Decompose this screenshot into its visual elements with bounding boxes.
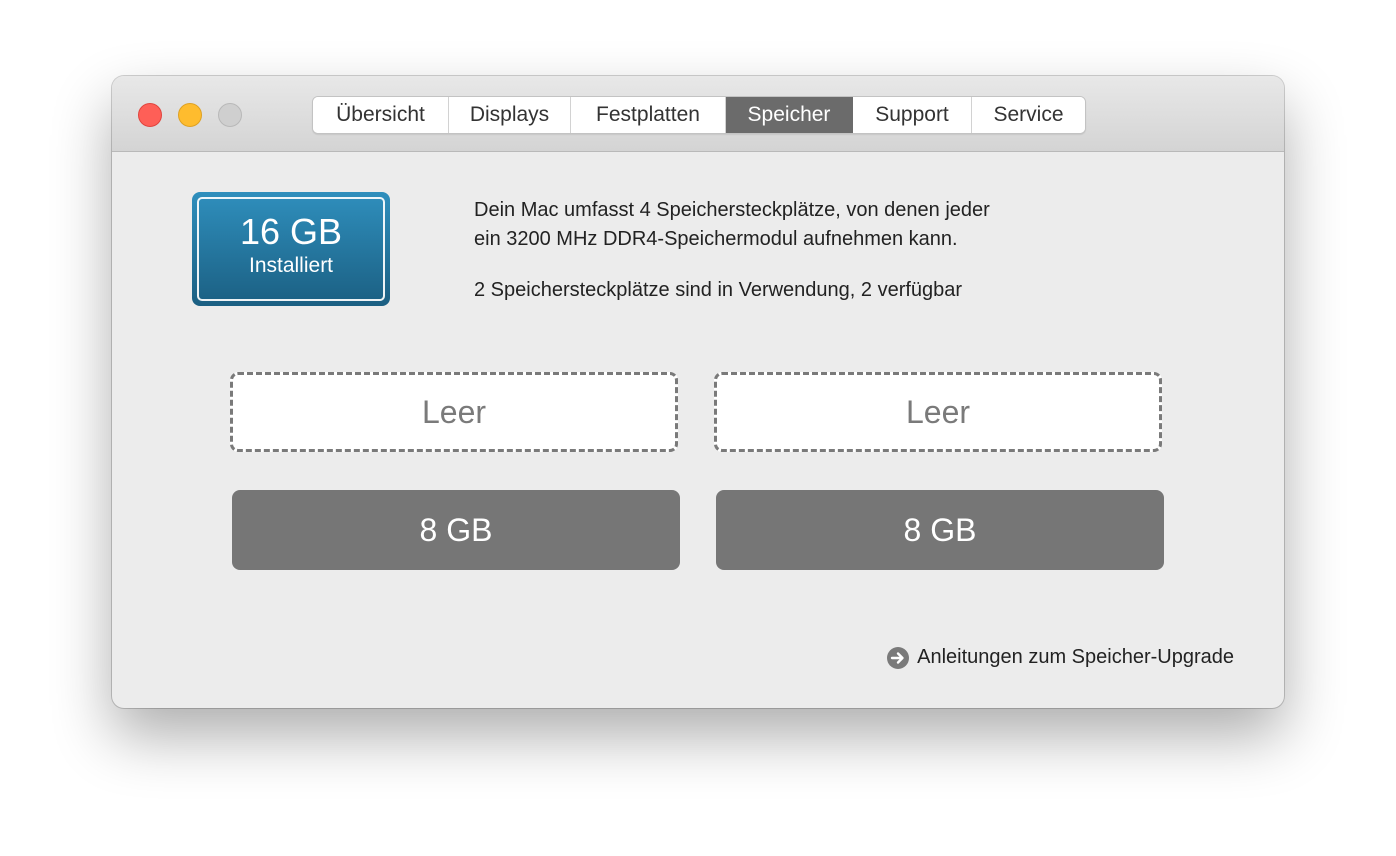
memory-slots-description-line-1: Dein Mac umfasst 4 Speichersteckplätze, …: [474, 199, 990, 221]
memory-slot-filled: 8 GB: [716, 490, 1164, 570]
installed-memory-label: Installiert: [248, 254, 334, 277]
installed-memory-badge-frame: 16 GB Installiert: [197, 197, 385, 301]
memory-info: Dein Mac umfasst 4 Speichersteckplätze, …: [474, 196, 1174, 305]
installed-memory-size: 16 GB: [239, 211, 343, 252]
tab-displays[interactable]: Displays: [449, 97, 571, 133]
memory-slot-empty: Leer: [230, 372, 678, 452]
tab-storage[interactable]: Festplatten: [571, 97, 726, 133]
tab-service[interactable]: Service: [972, 97, 1085, 133]
about-this-mac-window: Übersicht Displays Festplatten Speicher …: [112, 76, 1284, 708]
tab-memory[interactable]: Speicher: [726, 97, 853, 133]
memory-upgrade-instructions-label: Anleitungen zum Speicher-Upgrade: [917, 646, 1234, 668]
memory-slot-filled: 8 GB: [232, 490, 680, 570]
arrow-right-circle-icon: [887, 646, 910, 669]
zoom-button[interactable]: [218, 103, 242, 127]
tab-overview[interactable]: Übersicht: [313, 97, 449, 133]
tab-support[interactable]: Support: [853, 97, 972, 133]
tab-bar: Übersicht Displays Festplatten Speicher …: [312, 96, 1086, 134]
memory-slots-usage: 2 Speichersteckplätze sind in Verwendung…: [474, 279, 963, 301]
memory-slots-description-line-2: ein 3200 MHz DDR4-Speichermodul aufnehme…: [474, 228, 958, 250]
close-button[interactable]: [138, 103, 162, 127]
installed-memory-badge: 16 GB Installiert: [192, 192, 390, 306]
title-bar: Übersicht Displays Festplatten Speicher …: [112, 76, 1284, 152]
memory-slot-empty: Leer: [714, 372, 1162, 452]
minimize-button[interactable]: [178, 103, 202, 127]
memory-upgrade-instructions-link[interactable]: Anleitungen zum Speicher-Upgrade: [887, 646, 1234, 669]
